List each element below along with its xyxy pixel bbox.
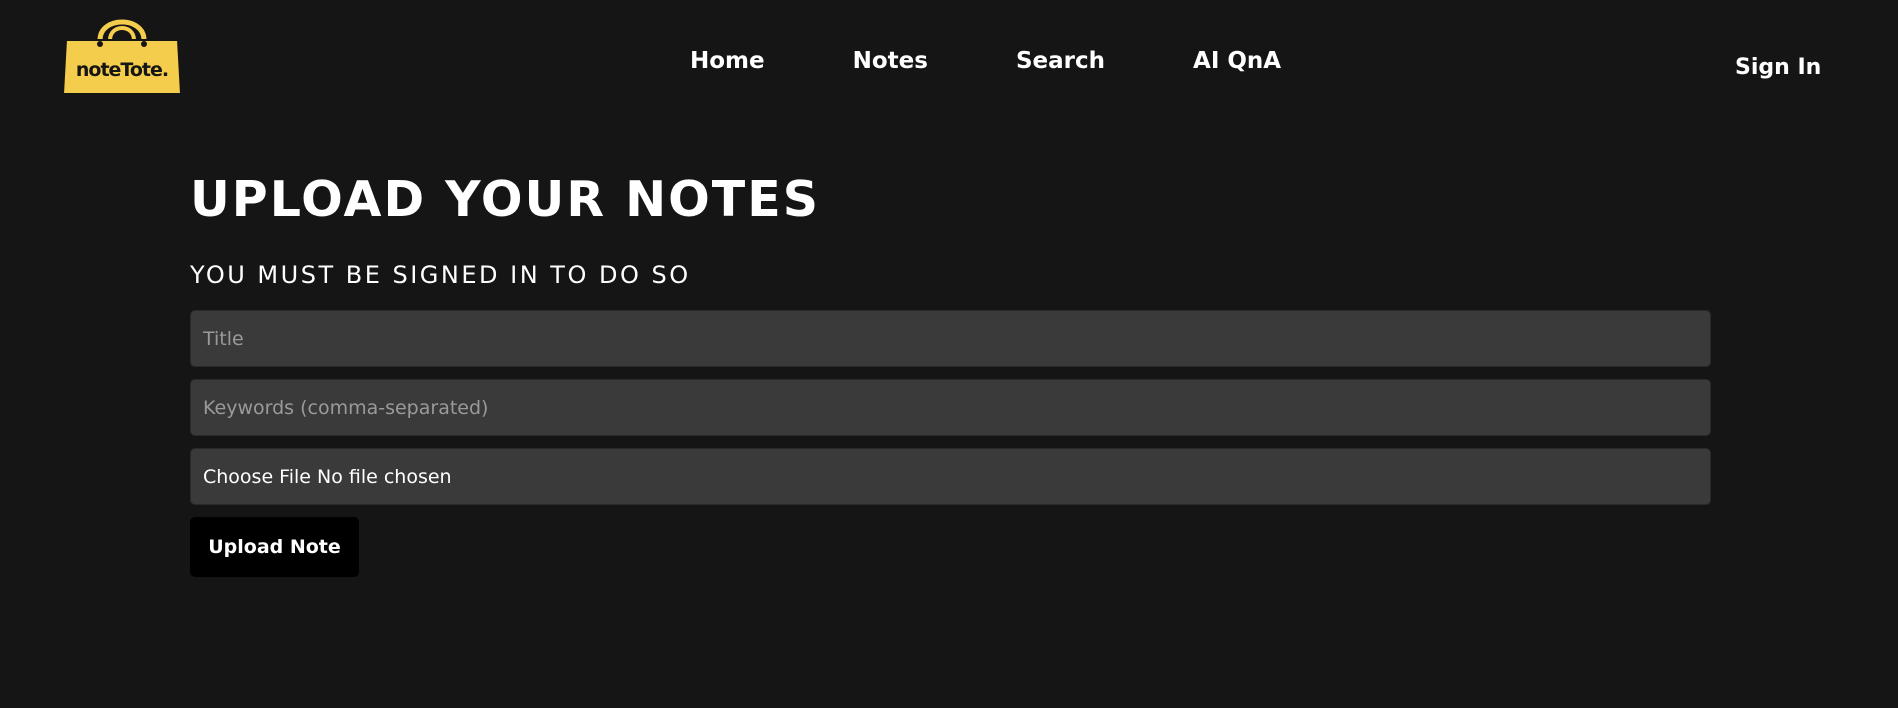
nav-notes-link[interactable]: Notes: [853, 46, 928, 76]
page-title: UPLOAD YOUR NOTES: [190, 171, 820, 228]
nav-ai-qna-link[interactable]: AI QnA: [1193, 46, 1281, 76]
main-nav: Home Notes Search AI QnA: [690, 46, 1281, 76]
title-input[interactable]: [190, 310, 1711, 367]
shopping-bag-logo-icon: noteTote.: [61, 17, 183, 95]
file-status-text: No file chosen: [316, 465, 452, 488]
navbar: noteTote. Home Notes Search AI QnA Sign …: [0, 0, 1898, 110]
file-input[interactable]: Choose File No file chosen: [190, 448, 1711, 505]
upload-section: UPLOAD YOUR NOTES YOU MUST BE SIGNED IN …: [190, 160, 1712, 577]
choose-file-button[interactable]: Choose File: [203, 466, 311, 488]
keywords-input[interactable]: [190, 379, 1711, 436]
nav-search-link[interactable]: Search: [1016, 46, 1105, 76]
upload-form: Choose File No file chosen Upload Note: [190, 310, 1712, 577]
nav-home-link[interactable]: Home: [690, 46, 765, 76]
signin-required-notice: YOU MUST BE SIGNED IN TO DO SO: [190, 261, 691, 289]
logo-text: noteTote.: [76, 59, 168, 81]
upload-note-button[interactable]: Upload Note: [190, 517, 359, 577]
sign-in-link[interactable]: Sign In: [1735, 53, 1821, 83]
notetote-logo[interactable]: noteTote.: [60, 10, 184, 98]
